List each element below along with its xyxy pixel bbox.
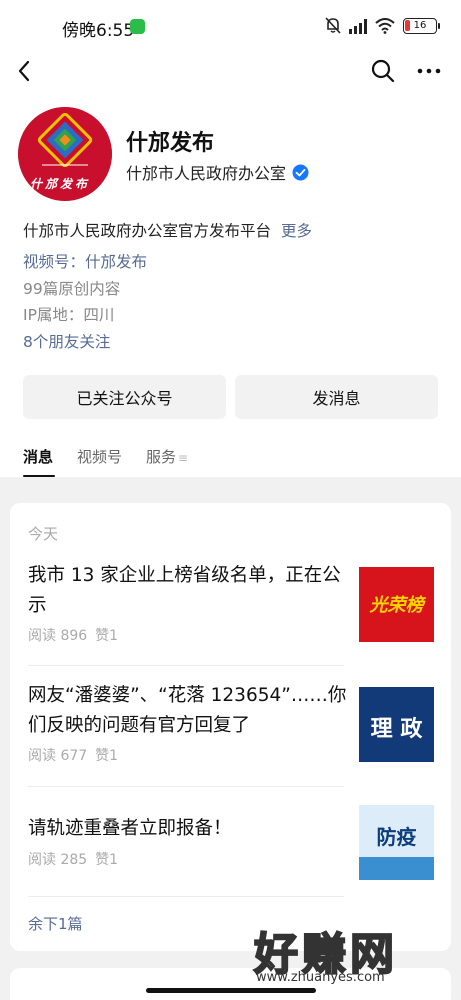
avatar[interactable]: 什邡发布	[18, 107, 112, 201]
article-thumbnail: 防疫	[359, 805, 434, 880]
thumbnail-caption: 防疫	[376, 825, 417, 849]
divider	[28, 786, 344, 787]
article-group-card: 今天 我市 13 家企业上榜省级名单，正在公示 阅读 896 赞1 光荣榜 网友…	[10, 503, 451, 951]
menu-icon: ≡	[178, 451, 189, 465]
thumbnail-caption: 理 政	[370, 717, 423, 742]
battery-icon: 16	[403, 17, 440, 34]
send-message-button[interactable]: 发消息	[235, 375, 438, 419]
wechat-notification-icon	[130, 19, 145, 34]
tab-video-channel[interactable]: 视频号	[77, 446, 122, 477]
profile-tabs: 消息 视频号 服务 ≡	[23, 446, 188, 477]
back-icon[interactable]	[10, 54, 44, 88]
article-item[interactable]: 请轨迹重叠者立即报备！ 阅读 285 赞1 防疫	[28, 801, 434, 881]
article-thumbnail: 理 政	[359, 687, 434, 762]
owner-row[interactable]: 什邡市人民政府办公室	[126, 160, 309, 184]
video-channel-link[interactable]: 视频号：什邡发布	[23, 250, 147, 272]
divider	[28, 896, 344, 897]
description-more-link[interactable]: 更多	[281, 219, 312, 241]
article-meta: 阅读 677 赞1	[28, 745, 118, 765]
like-count: 赞1	[95, 628, 119, 644]
thumbnail-decoration	[359, 857, 434, 880]
wifi-icon	[375, 17, 395, 34]
tab-services: 服务	[146, 448, 177, 466]
article-meta: 阅读 896 赞1	[28, 625, 118, 645]
article-item[interactable]: 网友“潘婆婆”、“花落 123654”……你们反映的问题有官方回复了 阅读 67…	[28, 681, 434, 764]
read-count: 阅读 896	[28, 628, 88, 644]
article-item[interactable]: 我市 13 家企业上榜省级名单，正在公示 阅读 896 赞1 光荣榜	[28, 561, 434, 644]
date-label: 今天	[28, 525, 59, 543]
battery-level: 16	[413, 19, 427, 31]
divider	[28, 665, 344, 666]
account-description: 什邡市人民政府办公室官方发布平台	[23, 222, 272, 240]
article-title: 我市 13 家企业上榜省级名单，正在公示	[28, 565, 341, 616]
remaining-articles-link[interactable]: 余下1篇	[28, 913, 83, 934]
read-count: 阅读 677	[28, 748, 88, 764]
read-count: 阅读 285	[28, 852, 88, 868]
signal-icon	[349, 18, 367, 34]
mute-bell-icon	[325, 17, 341, 34]
verified-icon	[292, 164, 309, 180]
ip-location: IP属地：四川	[23, 306, 115, 324]
thumbnail-caption: 光荣榜	[369, 595, 424, 616]
account-name: 什邡发布	[126, 131, 215, 156]
watermark: 好赚网 www.zhuanyes.com	[253, 918, 454, 990]
more-options-icon[interactable]	[412, 54, 446, 88]
followed-button[interactable]: 已关注公众号	[23, 375, 226, 419]
tab-services-wrapper[interactable]: 服务 ≡	[146, 446, 188, 477]
search-icon[interactable]	[366, 54, 400, 88]
article-thumbnail: 光荣榜	[359, 567, 434, 642]
original-count: 99篇原创内容	[23, 280, 121, 298]
friends-following-link[interactable]: 8个朋友关注	[23, 330, 110, 352]
status-time: 傍晚6:55	[62, 21, 135, 41]
article-title: 网友“潘婆婆”、“花落 123654”……你们反映的问题有官方回复了	[28, 685, 347, 736]
tab-messages[interactable]: 消息	[23, 446, 56, 477]
status-icons: 16	[325, 17, 440, 34]
article-title: 请轨迹重叠者立即报备！	[28, 818, 232, 839]
watermark-url: www.zhuanyes.com	[256, 970, 385, 985]
home-indicator[interactable]	[146, 988, 316, 993]
owner-name: 什邡市人民政府办公室	[126, 164, 287, 183]
article-meta: 阅读 285 赞1	[28, 849, 118, 869]
like-count: 赞1	[95, 748, 119, 764]
status-bar: 傍晚6:55 16	[0, 0, 461, 52]
nav-bar	[0, 52, 461, 92]
description-row: 什邡市人民政府办公室官方发布平台 更多	[23, 219, 312, 241]
like-count: 赞1	[95, 852, 119, 868]
avatar-lettering: 什邡发布	[30, 177, 91, 191]
